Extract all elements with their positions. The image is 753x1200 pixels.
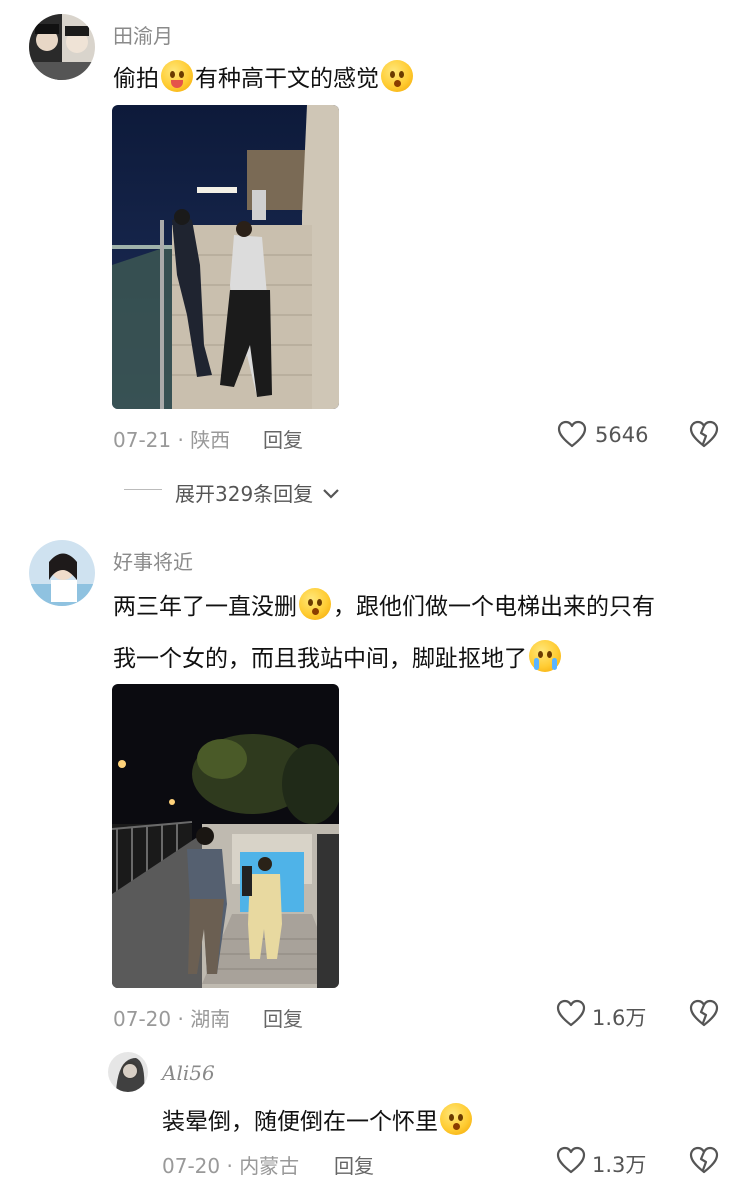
reply-button[interactable]: 回复 — [263, 424, 303, 453]
comment-date-location: 07-21 · 陕西 — [113, 428, 231, 452]
broken-heart-icon[interactable] — [689, 420, 719, 448]
broken-heart-icon[interactable] — [689, 1146, 719, 1174]
heart-outline-icon[interactable] — [556, 999, 586, 1027]
like-count: 1.6万 — [592, 1006, 647, 1030]
reply-button[interactable]: 回复 — [263, 1003, 303, 1032]
comment-photo[interactable] — [112, 105, 339, 409]
comment-text-part: 装晕倒，随便倒在一个怀里 — [162, 1109, 438, 1135]
comment-text-part: 我一个女的，而且我站中间，脚趾抠地了 — [113, 646, 527, 672]
comment-date-location: 07-20 · 湖南 — [113, 1007, 231, 1031]
heart-outline-icon[interactable] — [556, 1146, 586, 1174]
expand-replies-label: 展开329条回复 — [175, 482, 314, 506]
comment-text: 我一个女的，而且我站中间，脚趾抠地了 — [113, 640, 563, 672]
username[interactable]: 好事将近 — [113, 546, 193, 575]
like-count: 1.3万 — [592, 1153, 647, 1177]
comment-text-part: 偷拍 — [113, 66, 159, 92]
username[interactable]: Ali56 — [162, 1061, 215, 1085]
comment-text: 两三年了一直没删 ，跟他们做一个电梯出来的只有 — [113, 588, 655, 620]
comment-text-part: 有种高干文的感觉 — [195, 66, 379, 92]
divider-line — [124, 489, 162, 490]
tongue-wink-emoji-icon — [161, 60, 193, 92]
comment-text-part: ，跟他们做一个电梯出来的只有 — [333, 594, 655, 620]
like-count: 5646 — [595, 423, 649, 447]
comment-text: 偷拍 有种高干文的感觉 — [113, 60, 415, 92]
comment-date-location: 07-20 · 内蒙古 — [162, 1154, 300, 1178]
reply-button[interactable]: 回复 — [334, 1150, 374, 1179]
comment-photo[interactable] — [112, 684, 339, 988]
surprised-emoji-icon — [299, 588, 331, 620]
broken-heart-icon[interactable] — [689, 999, 719, 1027]
thinking-emoji-icon — [440, 1103, 472, 1135]
thinking-emoji-icon — [381, 60, 413, 92]
heart-outline-icon[interactable] — [557, 420, 587, 448]
avatar[interactable] — [29, 540, 95, 606]
crying-emoji-icon — [529, 640, 561, 672]
avatar[interactable] — [108, 1052, 148, 1092]
username[interactable]: 田渝月 — [113, 20, 173, 49]
comment-text-part: 两三年了一直没删 — [113, 594, 297, 620]
comment-text: 装晕倒，随便倒在一个怀里 — [162, 1103, 474, 1135]
avatar[interactable] — [29, 14, 95, 80]
chevron-down-icon — [322, 488, 340, 500]
expand-replies-button[interactable]: 展开329条回复 — [175, 478, 340, 507]
